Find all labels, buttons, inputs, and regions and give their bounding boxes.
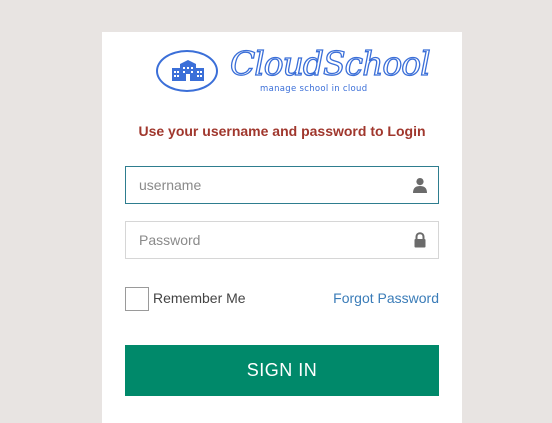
- remember-me-checkbox[interactable]: [125, 287, 149, 311]
- username-input[interactable]: [126, 167, 396, 203]
- cloudschool-logo: CloudSchool manage school in cloud: [156, 43, 431, 98]
- password-input[interactable]: [126, 222, 396, 258]
- logo-subtitle: manage school in cloud: [260, 84, 368, 94]
- sign-in-button[interactable]: SIGN IN: [125, 345, 439, 396]
- logo-title: CloudSchool: [229, 43, 431, 83]
- forgot-password-link[interactable]: Forgot Password: [333, 290, 439, 306]
- school-building-icon: [172, 60, 204, 81]
- logo-emblem: [156, 50, 218, 92]
- login-instruction: Use your username and password to Login: [138, 123, 426, 139]
- username-field: [125, 166, 439, 204]
- remember-me-label: Remember Me: [153, 290, 246, 306]
- lock-icon: [414, 232, 426, 248]
- user-icon: [413, 178, 427, 193]
- login-card: CloudSchool manage school in cloud Use y…: [102, 32, 462, 423]
- password-field: [125, 221, 439, 259]
